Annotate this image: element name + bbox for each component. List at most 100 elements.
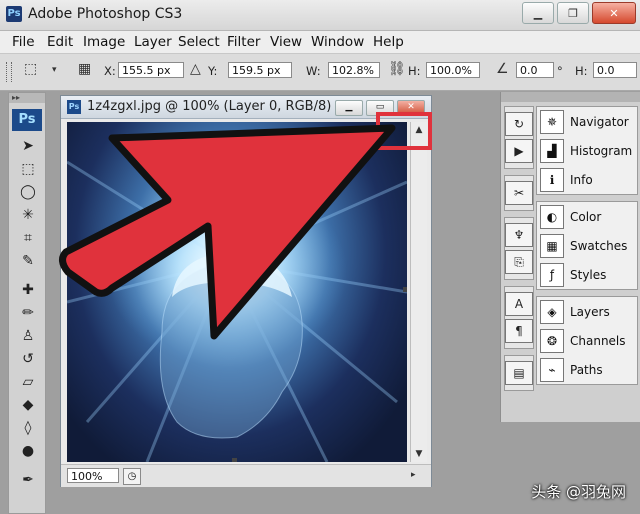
h-field[interactable]: 100.0% [426, 62, 480, 78]
dropdown-arrow-icon[interactable]: ▾ [52, 65, 57, 75]
scroll-up-icon[interactable]: ▲ [411, 122, 427, 138]
styles-icon: ƒ [540, 262, 564, 287]
panel-layers[interactable]: ◈ Layers [537, 297, 637, 326]
history-panel-icon[interactable]: ↻ [505, 112, 533, 136]
panel-swatches[interactable]: ▦ Swatches [537, 231, 637, 260]
blur-tool-icon[interactable]: ◊ [9, 417, 47, 440]
doc-minimize-button[interactable]: ▁ [335, 100, 363, 116]
paragraph-panel-icon[interactable]: ¶ [505, 319, 533, 343]
history-brush-icon[interactable]: ↺ [9, 348, 47, 371]
title-bar: Ps Adobe Photoshop CS3 ▁ ❐ ✕ [0, 0, 640, 31]
panel-label: Navigator [570, 114, 629, 129]
swatches-icon: ▦ [540, 233, 564, 258]
healing-brush-icon[interactable]: ✚ [9, 279, 47, 302]
close-button[interactable]: ✕ [592, 2, 636, 24]
minimize-button[interactable]: ▁ [522, 2, 554, 24]
status-menu-arrow-icon[interactable]: ▸ [411, 470, 416, 480]
actions-panel-icon[interactable]: ▶ [505, 139, 533, 163]
y-field[interactable]: 159.5 px [228, 62, 292, 78]
panel-label: Swatches [570, 238, 628, 253]
dodge-tool-icon[interactable]: ● [9, 440, 47, 463]
menu-view[interactable]: View [270, 34, 302, 50]
degree-symbol: ° [557, 64, 563, 78]
paint-bucket-icon[interactable]: ◆ [9, 394, 47, 417]
scroll-down-icon[interactable]: ▼ [411, 446, 427, 462]
w-label: W: [306, 64, 321, 78]
x-field[interactable]: 155.5 px [118, 62, 184, 78]
transform-handle-right[interactable] [403, 287, 407, 292]
relative-position-icon[interactable]: △ [190, 61, 201, 77]
menu-help[interactable]: Help [373, 34, 404, 50]
slice-tool-icon[interactable]: ✎ [9, 250, 47, 273]
close-icon: ✕ [407, 102, 415, 112]
menu-window[interactable]: Window [311, 34, 364, 50]
ps-logo: Ps [12, 109, 42, 131]
transform-tool-icon[interactable]: ⬚ [24, 61, 37, 77]
panel-info[interactable]: ℹ Info [537, 165, 637, 194]
angle-icon: ∠ [496, 61, 509, 77]
histogram-icon: ▟ [540, 138, 564, 163]
options-grip[interactable] [6, 62, 12, 82]
tool-presets-icon[interactable]: ✂ [505, 181, 533, 205]
zoom-field[interactable]: 100% [67, 468, 119, 483]
angle-field[interactable]: 0.0 [516, 62, 554, 78]
layer-comps-icon[interactable]: ▤ [505, 361, 533, 385]
options-bar: ⬚ ▾ ▦ X: 155.5 px △ Y: 159.5 px W: 102.8… [0, 54, 640, 91]
photoshop-app-icon: Ps [6, 6, 22, 22]
hskew-label: H: [575, 64, 588, 78]
close-icon: ✕ [609, 6, 619, 20]
panel-navigator[interactable]: ✵ Navigator [537, 107, 637, 136]
panel-channels[interactable]: ❂ Channels [537, 326, 637, 355]
eraser-icon[interactable]: ▱ [9, 371, 47, 394]
link-icon[interactable]: ⛓ [388, 61, 406, 77]
pen-tool-icon[interactable]: ✒ [9, 469, 47, 492]
transform-handle-bottom[interactable] [232, 458, 237, 462]
hskew-field[interactable]: 0.0 [593, 62, 637, 78]
minimize-icon: ▁ [345, 102, 353, 112]
vertical-scrollbar[interactable]: ▲ ▼ [410, 122, 427, 462]
menu-bar: File Edit Image Layer Select Filter View… [0, 31, 640, 54]
menu-select[interactable]: Select [178, 34, 220, 50]
menu-image[interactable]: Image [83, 34, 125, 50]
document-title-bar[interactable]: Ps 1z4zgxl.jpg @ 100% (Layer 0, RGB/8) ▁… [61, 96, 431, 119]
clone-source-icon[interactable]: ⎘ [505, 250, 533, 274]
paths-icon: ⌁ [540, 357, 564, 382]
document-ps-icon: Ps [67, 100, 81, 114]
clone-stamp-icon[interactable]: ♙ [9, 325, 47, 348]
brush-tool-icon[interactable]: ✏ [9, 302, 47, 325]
dock-header[interactable] [501, 92, 640, 102]
marquee-tool-icon[interactable]: ⬚ [9, 158, 47, 181]
panel-paths[interactable]: ⌁ Paths [537, 355, 637, 384]
tools-panel: ▸▸ Ps ➤ ⬚ ◯ ✳ ⌗ ✎ ✚ ✏ ♙ ↺ ▱ ◆ ◊ ● ✒ [8, 92, 46, 514]
window-title: Adobe Photoshop CS3 [28, 6, 183, 22]
restore-button[interactable]: ❐ [557, 2, 589, 24]
watermark: 头条 @羽兔网 [531, 483, 626, 501]
menu-filter[interactable]: Filter [227, 34, 260, 50]
doc-maximize-button[interactable]: ▭ [366, 100, 394, 116]
panel-color[interactable]: ◐ Color [537, 202, 637, 231]
w-field[interactable]: 102.8% [328, 62, 380, 78]
panel-histogram[interactable]: ▟ Histogram [537, 136, 637, 165]
magic-wand-icon[interactable]: ✳ [9, 204, 47, 227]
character-panel-icon[interactable]: A [505, 292, 533, 316]
x-label: X: [104, 64, 116, 78]
menu-layer[interactable]: Layer [134, 34, 172, 50]
panel-dock: ↻ ▶ ✂ ♆ ⎘ A ¶ ▤ ✵ Navigator ▟ Histogram ℹI… [500, 92, 640, 422]
h-label: H: [408, 64, 421, 78]
status-info-icon[interactable]: ◷ [123, 468, 141, 485]
color-icon: ◐ [540, 204, 564, 229]
crop-tool-icon[interactable]: ⌗ [9, 227, 47, 250]
image-canvas[interactable] [67, 122, 407, 462]
move-tool-icon[interactable]: ➤ [9, 135, 47, 158]
doc-close-button[interactable]: ✕ [397, 100, 425, 116]
panel-label: Paths [570, 362, 603, 377]
lasso-tool-icon[interactable]: ◯ [9, 181, 47, 204]
panel-label: Layers [570, 304, 610, 319]
reference-point-icon[interactable]: ▦ [78, 61, 91, 77]
tools-header[interactable]: ▸▸ [9, 93, 45, 103]
menu-file[interactable]: File [12, 34, 35, 50]
panel-list: ✵ Navigator ▟ Histogram ℹ Info ◐ Color ▦ Swat… [536, 106, 638, 391]
brushes-panel-icon[interactable]: ♆ [505, 223, 533, 247]
panel-styles[interactable]: ƒ Styles [537, 260, 637, 289]
menu-edit[interactable]: Edit [47, 34, 73, 50]
